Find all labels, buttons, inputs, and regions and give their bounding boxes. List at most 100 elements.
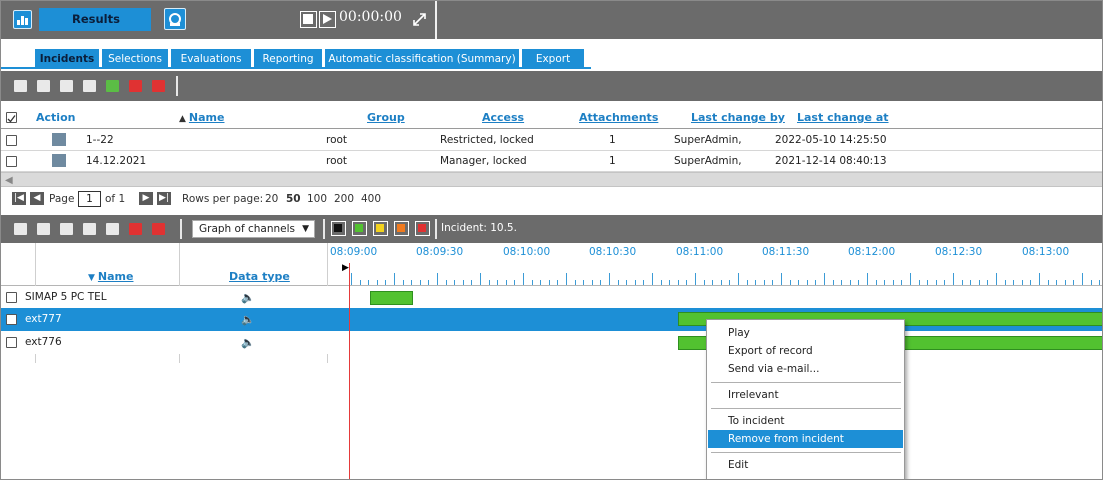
row-access: Restricted, locked: [440, 134, 534, 146]
menu-item-play[interactable]: Play: [708, 324, 903, 342]
row-group: root: [326, 155, 348, 167]
archive-icon[interactable]: [58, 77, 75, 94]
user-icon[interactable]: [104, 220, 121, 237]
col-last-change-by[interactable]: Last change by: [691, 111, 785, 124]
archive-icon[interactable]: [58, 220, 75, 237]
tab-incidents[interactable]: Incidents: [35, 49, 99, 69]
lock-incident-icon[interactable]: [127, 77, 144, 94]
last-page-icon[interactable]: ▶|: [157, 192, 171, 205]
channel-row[interactable]: ext776 🔈: [1, 331, 1102, 354]
col-attachments[interactable]: Attachments: [579, 111, 658, 124]
import-icon[interactable]: [12, 220, 29, 237]
menu-item-irrelevant[interactable]: Irrelevant: [708, 386, 903, 404]
rows-option[interactable]: 100: [307, 193, 327, 205]
prev-page-icon[interactable]: ◀: [30, 192, 44, 205]
tab-reporting[interactable]: Reporting: [254, 49, 322, 69]
col-last-change-at[interactable]: Last change at: [797, 111, 889, 124]
select-all-checkbox[interactable]: [6, 112, 17, 123]
toolbar-divider: [435, 219, 437, 239]
ruler-tick: [970, 280, 972, 285]
time-label: 08:13:00: [1022, 246, 1070, 258]
filter-orange-button[interactable]: [394, 221, 409, 236]
tab-automatic-classification[interactable]: Automatic classification (Summary): [325, 49, 519, 69]
channel-row[interactable]: SIMAP 5 PC TEL 🔈: [1, 286, 1102, 309]
ruler-tick: [591, 280, 593, 285]
stop-icon[interactable]: [300, 11, 317, 28]
menu-item-remove-from-incident[interactable]: Remove from incident: [708, 430, 903, 448]
add-incident-icon[interactable]: [104, 77, 121, 94]
time-label: 08:12:00: [848, 246, 896, 258]
menu-item-send-email[interactable]: Send via e-mail...: [708, 360, 903, 378]
filter-black-button[interactable]: [331, 221, 346, 236]
row-checkbox[interactable]: [6, 292, 17, 303]
col-name-sort[interactable]: ▲ Name: [179, 111, 224, 124]
filter-icon[interactable]: [35, 77, 52, 94]
menu-item-export-record[interactable]: Export of record: [708, 342, 903, 360]
incident-icon[interactable]: [52, 154, 66, 167]
top-bar: Results 00:00:00: [1, 1, 1102, 39]
tab-selections[interactable]: Selections: [102, 49, 168, 69]
recording-bar[interactable]: [370, 291, 413, 305]
tab-export[interactable]: Export: [522, 49, 584, 69]
chart-icon[interactable]: [13, 10, 32, 29]
ruler-tick: [824, 273, 825, 285]
results-tab[interactable]: Results: [39, 8, 151, 31]
channel-row-selected[interactable]: ext777 🔈: [1, 308, 1102, 331]
ruler-tick: [557, 280, 559, 285]
timeline-ruler[interactable]: [351, 269, 1102, 285]
row-checkbox[interactable]: [6, 135, 17, 146]
table-row[interactable]: 14.12.2021 root Manager, locked 1 SuperA…: [1, 151, 1102, 172]
expand-icon[interactable]: [411, 11, 428, 28]
row-last-change-by: SuperAdmin,: [674, 134, 742, 146]
ruler-tick: [419, 280, 421, 285]
next-page-icon[interactable]: ▶: [139, 192, 153, 205]
ruler-tick: [385, 280, 387, 285]
rows-option[interactable]: 400: [361, 193, 381, 205]
first-page-icon[interactable]: |◀: [12, 192, 26, 205]
scroll-left-icon[interactable]: ◀: [5, 175, 13, 186]
play-icon[interactable]: [319, 11, 336, 28]
playback-cursor[interactable]: [349, 263, 350, 479]
ruler-tick: [548, 280, 550, 285]
filter-green-button[interactable]: [352, 221, 367, 236]
play-position-icon[interactable]: ▶: [342, 263, 349, 273]
filter-red-button[interactable]: [415, 221, 430, 236]
table-icon[interactable]: [150, 220, 167, 237]
rows-option[interactable]: 20: [265, 193, 278, 205]
row-checkbox[interactable]: [6, 337, 17, 348]
col-name-sort[interactable]: ▼ Name: [88, 270, 133, 283]
incident-icon[interactable]: [52, 133, 66, 146]
tab-evaluations[interactable]: Evaluations: [171, 49, 251, 69]
filter-yellow-button[interactable]: [373, 221, 388, 236]
menu-item-to-incident[interactable]: To incident: [708, 412, 903, 430]
col-name: Name: [188, 111, 225, 124]
time-label: 08:09:00: [330, 246, 378, 258]
add-to-incident-icon[interactable]: [127, 220, 144, 237]
ruler-tick: [505, 280, 507, 285]
col-data-type[interactable]: Data type: [229, 270, 290, 283]
row-checkbox[interactable]: [6, 314, 17, 325]
menu-divider: [711, 452, 901, 453]
color-swatch: [334, 224, 342, 232]
monitor-icon[interactable]: [81, 220, 98, 237]
ruler-tick: [351, 273, 352, 285]
rows-option[interactable]: 200: [334, 193, 354, 205]
rows-option-selected[interactable]: 50: [286, 193, 301, 205]
results-window: Results 00:00:00 Incidents Selections Ev…: [0, 0, 1103, 480]
import-icon[interactable]: [12, 77, 29, 94]
col-group[interactable]: Group: [367, 111, 405, 124]
col-access[interactable]: Access: [482, 111, 524, 124]
camera-icon[interactable]: [164, 8, 186, 30]
ruler-tick: [617, 280, 619, 285]
filter-icon[interactable]: [35, 220, 52, 237]
delete-icon[interactable]: [81, 77, 98, 94]
page-input[interactable]: 1: [78, 191, 101, 207]
horizontal-scrollbar[interactable]: ◀: [1, 172, 1102, 187]
table-row[interactable]: 1--22 root Restricted, locked 1 SuperAdm…: [1, 130, 1102, 151]
ruler-tick: [437, 273, 438, 285]
view-select[interactable]: Graph of channels ▼: [192, 220, 315, 238]
row-checkbox[interactable]: [6, 156, 17, 167]
menu-item-edit[interactable]: Edit: [708, 456, 903, 474]
remove-incident-icon[interactable]: [150, 77, 167, 94]
playback-time: 00:00:00: [339, 9, 402, 25]
